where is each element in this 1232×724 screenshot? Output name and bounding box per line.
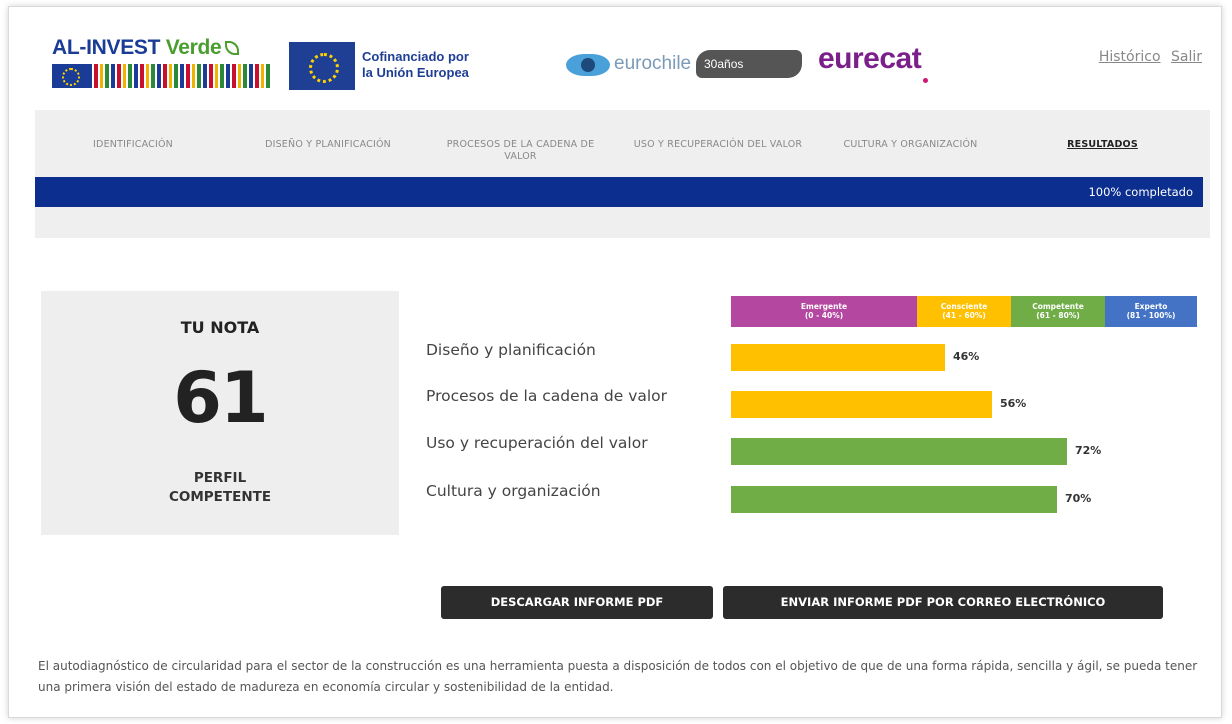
- legend-consciente: Consciente (41 - 60%): [917, 296, 1011, 327]
- bar-value-label: 70%: [1065, 492, 1092, 505]
- historico-link[interactable]: Histórico: [1099, 49, 1161, 65]
- category-label: Cultura y organización: [426, 482, 601, 500]
- result-bar: [731, 344, 945, 371]
- progress-fill: [35, 177, 1203, 207]
- tab-diseno-planificacion[interactable]: DISEÑO Y PLANIFICACIÓN: [248, 139, 408, 151]
- maturity-legend: Emergente (0 - 40%) Consciente (41 - 60%) Co…: [731, 296, 1197, 327]
- email-pdf-button[interactable]: ENVIAR INFORME PDF POR CORREO ELECTRÓNIC…: [723, 586, 1163, 619]
- legend-name: Consciente: [940, 302, 988, 311]
- top-links: Histórico Salir: [1093, 49, 1202, 65]
- legend-name: Emergente: [800, 302, 848, 311]
- footer-description: El autodiagnóstico de circularidad para …: [38, 659, 1198, 694]
- tab-procesos-cadena-valor[interactable]: PROCESOS DE LA CADENA DE VALOR: [438, 139, 603, 163]
- bar-value-label: 56%: [1000, 397, 1027, 410]
- legend-range: (41 - 60%): [942, 311, 986, 320]
- leaf-icon: [225, 41, 240, 56]
- legend-name: Competente: [1032, 302, 1084, 311]
- step-navigation: IDENTIFICACIÓN DISEÑO Y PLANIFICACIÓN PR…: [35, 110, 1210, 238]
- result-bar: [731, 438, 1067, 465]
- score-title: TU NOTA: [180, 318, 260, 337]
- legend-range: (81 - 100%): [1126, 311, 1176, 320]
- download-pdf-button[interactable]: DESCARGAR INFORME PDF: [441, 586, 713, 619]
- progress-label: 100% completado: [1088, 185, 1193, 199]
- category-label: Diseño y planificación: [426, 341, 596, 359]
- legend-range: (61 - 80%): [1036, 311, 1080, 320]
- score-value: 61: [173, 357, 268, 439]
- progress-bar: 100% completado: [35, 177, 1203, 207]
- profile-label: PERFIL COMPETENTE: [168, 470, 272, 505]
- al-invest-verde-logo: AL-INVEST Verde: [52, 36, 272, 92]
- category-label: Procesos de la cadena de valor: [426, 387, 668, 405]
- result-bar: [731, 391, 992, 418]
- tab-identificacion[interactable]: IDENTIFICACIÓN: [83, 139, 183, 151]
- legend-competente: Competente (61 - 80%): [1011, 296, 1105, 327]
- category-label: Uso y recuperación del valor: [426, 434, 648, 452]
- score-panel: TU NOTA 61 PERFIL COMPETENTE: [41, 291, 399, 535]
- bar-value-label: 46%: [953, 350, 980, 363]
- tab-cultura-organizacion[interactable]: CULTURA Y ORGANIZACIÓN: [828, 139, 993, 151]
- legend-emergente: Emergente (0 - 40%): [731, 296, 917, 327]
- eurochile-logo: eurochile 30años: [560, 44, 810, 84]
- bar-value-label: 72%: [1075, 444, 1102, 457]
- tab-resultados[interactable]: RESULTADOS: [1055, 139, 1150, 151]
- legend-name: Experto: [1134, 302, 1168, 311]
- eurecat-logo: eurecat: [818, 42, 928, 83]
- legend-range: (0 - 40%): [804, 311, 844, 320]
- eye-icon: [566, 54, 610, 76]
- salir-link[interactable]: Salir: [1171, 49, 1202, 65]
- legend-experto: Experto (81 - 100%): [1105, 296, 1197, 327]
- tab-uso-recuperacion-valor[interactable]: USO Y RECUPERACIÓN DEL VALOR: [633, 139, 803, 151]
- eu-flag-icon: [289, 42, 355, 90]
- result-bar: [731, 486, 1057, 513]
- cofinanciado-label: Cofinanciado por la Unión Europea: [362, 49, 469, 80]
